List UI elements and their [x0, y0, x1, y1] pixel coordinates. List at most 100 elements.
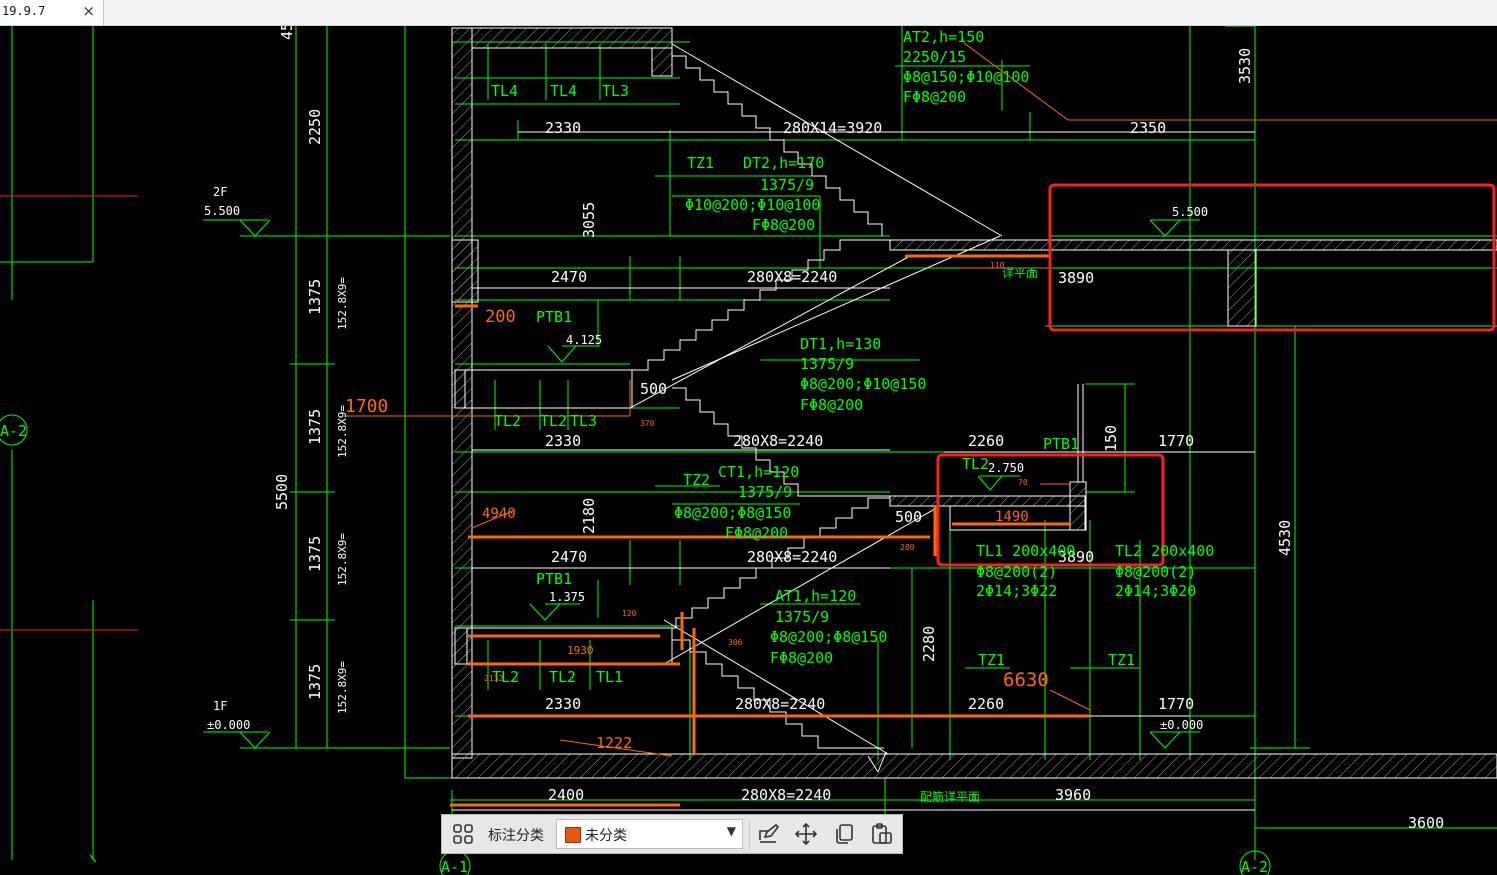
category-dropdown[interactable]: 未分类 ▼ [556, 819, 743, 849]
ct1-rebar1: Φ8@200;Φ8@150 [674, 504, 791, 522]
dim-2400: 2400 [548, 786, 584, 804]
dim-2350: 2350 [1130, 119, 1166, 137]
beam-tl2-a: TL2 [494, 412, 521, 430]
level-1f-name: 1F [213, 699, 227, 713]
dim-2260-a: 2260 [968, 432, 1004, 450]
anno-6630: 6630 [1003, 669, 1049, 691]
level-2f-name: 2F [213, 185, 227, 199]
beam-tl2-c: TL2 [962, 455, 989, 473]
dim-2180: 2180 [580, 498, 598, 534]
level-1f-elev: ±0.000 [207, 718, 250, 732]
cad-drawing-canvas[interactable]: 2330 280X14=3920 2350 2470 280X8=2240 38… [0, 26, 1497, 875]
toolbar-divider [749, 821, 750, 849]
level-ptb-top: 4.125 [566, 333, 602, 347]
dim-1375-a: 1375 [306, 279, 324, 315]
ct1-span: 1375/9 [738, 483, 792, 501]
highlight-box-top [1048, 183, 1496, 332]
anno-120: 120 [622, 609, 637, 618]
ptb1-c: PTB1 [536, 570, 572, 588]
anno-4940: 4940 [482, 506, 516, 522]
layout-icon[interactable] [451, 822, 475, 846]
tl1-title: TL1 200x400 [976, 542, 1075, 560]
anno-370: 370 [640, 419, 655, 428]
red-section-lines [0, 195, 138, 631]
at1-span: 1375/9 [775, 608, 829, 626]
at1-rebar1: Φ8@200;Φ8@150 [770, 628, 887, 646]
axis-bottom-right-label: A-2 [1241, 858, 1268, 875]
dt1-rebar1: Φ8@200;Φ10@150 [800, 375, 926, 393]
dim-45: 45 [278, 26, 296, 40]
dim-5500: 5500 [273, 474, 291, 510]
at2-rebar2: FΦ8@200 [903, 88, 966, 106]
dim-run-4: 280X8=2240 [735, 695, 825, 713]
move-icon[interactable] [794, 822, 818, 846]
dim-3600: 3600 [1408, 814, 1444, 832]
dt2-title: DT2,h=170 [743, 154, 824, 172]
dim-2250: 2250 [306, 109, 324, 145]
beam-tz1-b: TZ1 [978, 651, 1005, 669]
dim-2330-top: 2330 [545, 119, 581, 137]
level-tl2-mid: 2.750 [988, 461, 1024, 475]
tl1-bars: 2Φ14;3Φ22 [976, 582, 1057, 600]
dim-2330-low: 2330 [545, 695, 581, 713]
beam-tl3-a: TL3 [602, 82, 629, 100]
dim-500-a: 500 [640, 380, 667, 398]
anno-1930: 1930 [567, 644, 594, 657]
dt2-span: 1375/9 [760, 176, 814, 194]
category-label: 标注分类 [488, 828, 544, 844]
level-2f-elev: 5.500 [204, 204, 240, 218]
tl1-stirrup: Φ8@200(2) [976, 563, 1057, 581]
dim-2330-mid: 2330 [545, 432, 581, 450]
note-top: 详平面 [1002, 265, 1038, 280]
dim-run-top: 280X14=3920 [783, 119, 882, 137]
at2-title: AT2,h=150 [903, 28, 984, 46]
anno-70: 70 [1018, 478, 1028, 487]
at2-rebar1: Φ8@150;Φ10@100 [903, 68, 1029, 86]
beam-tl4-b: TL4 [550, 82, 577, 100]
dim-3530: 3530 [1236, 48, 1254, 84]
anno-110: 110 [990, 261, 1005, 270]
edit-icon[interactable] [756, 822, 780, 846]
axis-bottom-left-label: A-1 [441, 858, 468, 875]
category-value: 未分类 [585, 828, 627, 844]
dt1-rebar2: FΦ8@200 [800, 396, 863, 414]
close-tab-icon[interactable]: × [82, 2, 95, 20]
dim-run-1: 280X8=2240 [747, 268, 837, 286]
beam-tz2: TZ2 [683, 471, 710, 489]
paste-icon[interactable] [870, 822, 894, 846]
riser-a: 152.8X9= [336, 277, 349, 330]
dim-150: 150 [1102, 425, 1120, 452]
tl2-bars: 2Φ14;3Φ20 [1115, 582, 1196, 600]
dim-1375-b: 1375 [306, 409, 324, 445]
dim-run-2: 280X8=2240 [733, 432, 823, 450]
dim-run-3: 280X8=2240 [747, 548, 837, 566]
dt2-rebar2: FΦ8@200 [752, 216, 815, 234]
dim-1770-a: 1770 [1158, 432, 1194, 450]
dim-2280: 2280 [920, 626, 938, 662]
white-dimension-texts: 2330 280X14=3920 2350 2470 280X8=2240 38… [204, 26, 1444, 832]
beam-tl1: TL1 [596, 668, 623, 686]
anno-1700: 1700 [345, 396, 388, 417]
dt1-span: 1375/9 [800, 355, 854, 373]
dim-3055: 3055 [580, 202, 598, 238]
dim-2470-b: 2470 [551, 548, 587, 566]
beam-tz1-a: TZ1 [687, 154, 714, 172]
at1-rebar2: FΦ8@200 [770, 649, 833, 667]
dt1-title: DT1,h=130 [800, 335, 881, 353]
tab-title: 19.9.7 [2, 4, 46, 18]
annotation-toolbar: 标注分类 未分类 ▼ [441, 814, 903, 854]
copy-icon[interactable] [832, 822, 856, 846]
dim-500-b: 500 [895, 508, 922, 526]
anno-2132: 2132 [484, 674, 503, 683]
dim-1770-b: 1770 [1158, 695, 1194, 713]
dim-1375-c: 1375 [306, 536, 324, 572]
anno-1490: 1490 [995, 509, 1029, 525]
level-right-bottom: ±0.000 [1160, 718, 1203, 732]
beam-tl2-e: TL2 [549, 668, 576, 686]
anno-1222: 1222 [596, 734, 632, 752]
document-tab[interactable]: 19.9.7 × [0, 0, 104, 25]
dim-2470-a: 2470 [551, 268, 587, 286]
tab-bar: 19.9.7 × [0, 0, 1497, 26]
level-ptb-mid: 1.375 [549, 590, 585, 604]
chevron-down-icon: ▼ [726, 824, 736, 838]
